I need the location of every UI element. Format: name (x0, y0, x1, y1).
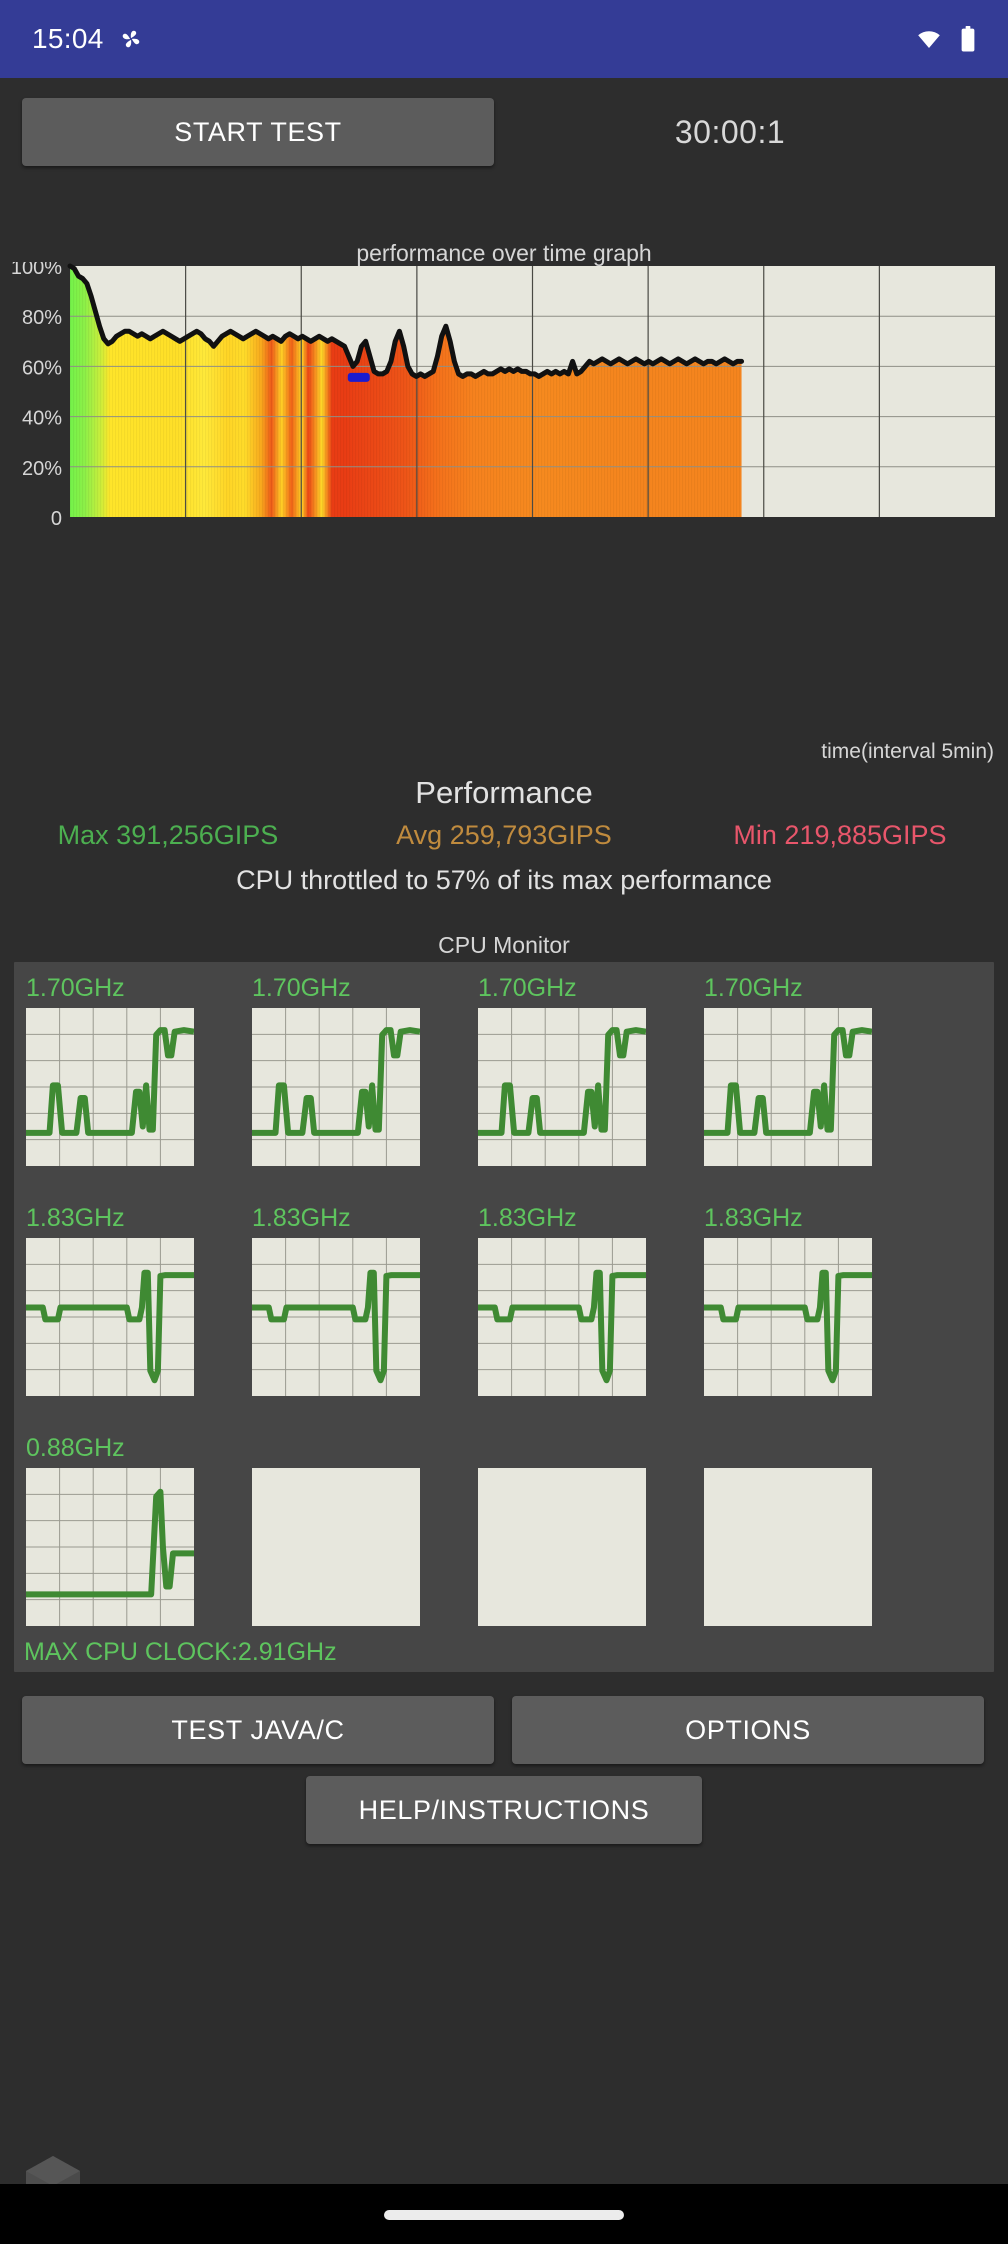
cpu-core-2-chart (478, 1008, 646, 1166)
stat-avg: Avg 259,793GIPS (396, 820, 612, 850)
cpu-core-6: 1.83GHz (478, 1204, 646, 1396)
cpu-core-8: 0.88GHz (26, 1434, 194, 1626)
system-nav-bar (0, 2184, 1008, 2244)
cpu-core-1: 1.70GHz (252, 974, 420, 1166)
status-bar-clock: 15:04 (32, 23, 104, 54)
cpu-core-6-frequency-label: 1.83GHz (478, 1204, 577, 1232)
cpu-core-4-frequency-label: 1.83GHz (26, 1204, 125, 1232)
throttle-note: CPU throttled to 57% of its max performa… (236, 865, 772, 895)
cpu-core-5-frequency-label: 1.83GHz (252, 1204, 351, 1232)
stat-min: Min 219,885GIPS (733, 820, 947, 850)
test-timer: 30:00:1 (674, 113, 786, 150)
svg-text:100%: 100% (11, 262, 62, 279)
cpu-core-8-frequency-label: 0.88GHz (26, 1434, 125, 1462)
cpu-core-8-chart (26, 1468, 194, 1626)
cpu-monitor-panel: 1.70GHz 1.70GHz 1.70GHz 1.70GHz 1.83GHz 1.83G… (14, 962, 994, 1672)
cpu-core-11 (704, 1434, 872, 1626)
cpu-core-9 (252, 1434, 420, 1626)
status-bar: 15:04 (0, 0, 1008, 78)
app-root: 15:04 START TEST 30:00:1 performance ove… (0, 0, 1008, 2244)
cpu-monitor-title: CPU Monitor (438, 932, 570, 958)
battery-icon (960, 26, 976, 52)
options-button[interactable]: OPTIONS (512, 1696, 984, 1764)
svg-text:20%: 20% (22, 458, 62, 480)
cpu-core-3: 1.70GHz (704, 974, 872, 1166)
performance-stats: Max 391,256GIPS Avg 259,793GIPS Min 219,… (0, 820, 1008, 851)
cpu-core-5-chart (252, 1238, 420, 1396)
cpu-core-7: 1.83GHz (704, 1204, 872, 1396)
cpu-core-grid: 1.70GHz 1.70GHz 1.70GHz 1.70GHz 1.83GHz 1.83G… (14, 962, 994, 1672)
pinwheel-icon (118, 26, 144, 52)
top-controls: START TEST 30:00:1 (0, 78, 1008, 174)
cpu-core-3-chart (704, 1008, 872, 1166)
cpu-core-2-frequency-label: 1.70GHz (478, 974, 577, 1002)
cpu-core-1-frequency-label: 1.70GHz (252, 974, 351, 1002)
cpu-core-0-frequency-label: 1.70GHz (26, 974, 125, 1002)
cpu-core-4-chart (26, 1238, 194, 1396)
cpu-core-5: 1.83GHz (252, 1204, 420, 1396)
help-instructions-button[interactable]: HELP/INSTRUCTIONS (306, 1776, 702, 1844)
svg-text:60%: 60% (22, 357, 62, 379)
cpu-core-7-frequency-label: 1.83GHz (704, 1204, 803, 1232)
stat-max: Max 391,256GIPS (57, 820, 279, 850)
status-bar-left: 15:04 (32, 23, 144, 55)
cpu-core-9-chart (252, 1468, 420, 1626)
status-bar-right (914, 26, 976, 52)
cpu-core-10 (478, 1434, 646, 1626)
cpu-core-0-chart (26, 1008, 194, 1166)
cpu-core-3-frequency-label: 1.70GHz (704, 974, 803, 1002)
svg-text:0: 0 (51, 508, 62, 530)
cpu-core-11-chart (704, 1468, 872, 1626)
cpu-max-clock-label: MAX CPU CLOCK:2.91GHz (24, 1638, 337, 1666)
wifi-icon (914, 27, 944, 51)
svg-text:80%: 80% (22, 307, 62, 329)
test-java-c-button[interactable]: TEST JAVA/C (22, 1696, 494, 1764)
cpu-core-6-chart (478, 1238, 646, 1396)
cpu-core-10-chart (478, 1468, 646, 1626)
cpu-core-1-chart (252, 1008, 420, 1166)
cpu-core-7-chart (704, 1238, 872, 1396)
nav-gesture-pill[interactable] (384, 2210, 624, 2220)
cpu-core-2: 1.70GHz (478, 974, 646, 1166)
svg-text:40%: 40% (22, 408, 62, 430)
cpu-core-4: 1.83GHz (26, 1204, 194, 1396)
performance-heading: Performance (415, 775, 593, 810)
start-test-button[interactable]: START TEST (22, 98, 494, 166)
performance-graph-x-axis-label: time(interval 5min) (821, 740, 994, 763)
performance-graph: 100% 80% 60% 40% 20% 0 (0, 262, 1008, 552)
cpu-core-0: 1.70GHz (26, 974, 194, 1166)
